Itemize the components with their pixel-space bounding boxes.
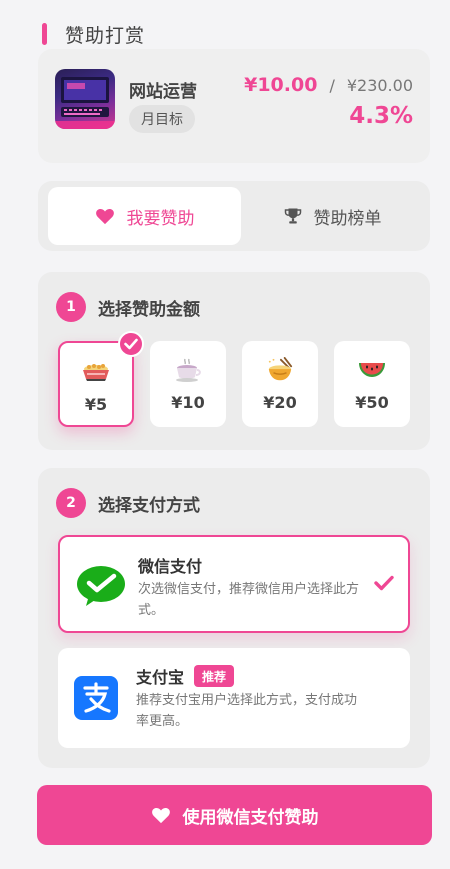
current-amount: ¥10.00 bbox=[244, 74, 318, 96]
project-card: 网站运营 月目标 ¥10.00 / ¥230.00 4.3% bbox=[38, 49, 430, 163]
tab-bar: 我要赞助 赞助榜单 bbox=[38, 181, 430, 251]
wechat-pay-icon bbox=[77, 566, 125, 606]
project-goal-tag: 月目标 bbox=[129, 105, 195, 133]
check-icon bbox=[374, 575, 394, 591]
tea-cup-icon bbox=[176, 358, 201, 382]
payment-description: 推荐支付宝用户选择此方式，支付成功率更高。 bbox=[136, 693, 358, 729]
amount-label: ¥50 bbox=[355, 393, 389, 412]
payment-name: 支付宝 推荐 bbox=[136, 664, 235, 688]
amount-option-50[interactable]: ¥50 bbox=[334, 341, 410, 427]
submit-sponsor-button[interactable]: 使用微信支付赞助 bbox=[37, 785, 432, 845]
amount-label: ¥5 bbox=[84, 395, 108, 414]
payment-section: 2 选择支付方式 微信支付 次选微信支付，推荐微信用户选择此方式。 支付宝 推荐… bbox=[38, 468, 430, 768]
amount-separator: / bbox=[329, 76, 335, 95]
progress-percent: 4.3% bbox=[349, 103, 413, 129]
page-title: 赞助打赏 bbox=[65, 24, 146, 47]
noodle-bowl-icon bbox=[268, 357, 293, 381]
tab-sponsor[interactable]: 我要赞助 bbox=[48, 187, 241, 245]
payment-name-text: 微信支付 bbox=[138, 557, 203, 576]
payment-name: 微信支付 bbox=[138, 553, 202, 577]
amount-option-10[interactable]: ¥10 bbox=[150, 341, 226, 427]
amount-step-header: 1 选择赞助金额 bbox=[56, 292, 200, 322]
submit-label: 使用微信支付赞助 bbox=[182, 807, 319, 828]
amount-option-20[interactable]: ¥20 bbox=[242, 341, 318, 427]
goal-amount: ¥230.00 bbox=[346, 76, 413, 95]
step-number: 1 bbox=[56, 292, 86, 322]
payment-option-wechat[interactable]: 微信支付 次选微信支付，推荐微信用户选择此方式。 bbox=[58, 535, 410, 633]
snack-bowl-icon bbox=[83, 364, 109, 381]
amount-label: ¥20 bbox=[263, 393, 297, 412]
payment-option-alipay[interactable]: 支付宝 推荐 推荐支付宝用户选择此方式，支付成功率更高。 bbox=[58, 648, 410, 748]
amount-label: ¥10 bbox=[171, 393, 205, 412]
tab-leaderboard[interactable]: 赞助榜单 bbox=[241, 187, 424, 245]
amount-option-5[interactable]: ¥5 bbox=[58, 331, 144, 427]
selected-check-badge bbox=[118, 331, 144, 357]
payment-step-header: 2 选择支付方式 bbox=[56, 488, 200, 518]
watermelon-icon bbox=[359, 363, 385, 377]
heart-icon bbox=[95, 208, 114, 225]
project-amounts: ¥10.00 / ¥230.00 bbox=[244, 74, 413, 96]
payment-name-text: 支付宝 bbox=[136, 668, 185, 687]
tab-label: 赞助榜单 bbox=[313, 208, 382, 229]
heart-icon bbox=[151, 807, 170, 824]
page-header: 赞助打赏 bbox=[42, 20, 145, 48]
tab-label: 我要赞助 bbox=[126, 208, 195, 229]
header-accent-bar bbox=[42, 23, 47, 45]
step-number: 2 bbox=[56, 488, 86, 518]
check-icon bbox=[124, 338, 138, 350]
project-thumbnail bbox=[55, 69, 115, 129]
recommended-badge: 推荐 bbox=[194, 665, 235, 687]
payment-description: 次选微信支付，推荐微信用户选择此方式。 bbox=[138, 582, 360, 618]
alipay-icon bbox=[74, 676, 118, 720]
step-title: 选择支付方式 bbox=[98, 495, 200, 516]
amount-section: 1 选择赞助金额 ¥5 ¥10 ¥20 ¥50 bbox=[38, 272, 430, 450]
trophy-icon bbox=[284, 208, 301, 224]
sponsor-page: 赞助打赏 网站运营 月目标 ¥10.00 / ¥230.00 4.3% 我要赞助… bbox=[0, 0, 450, 869]
step-title: 选择赞助金额 bbox=[98, 299, 200, 320]
project-name: 网站运营 bbox=[129, 82, 197, 102]
